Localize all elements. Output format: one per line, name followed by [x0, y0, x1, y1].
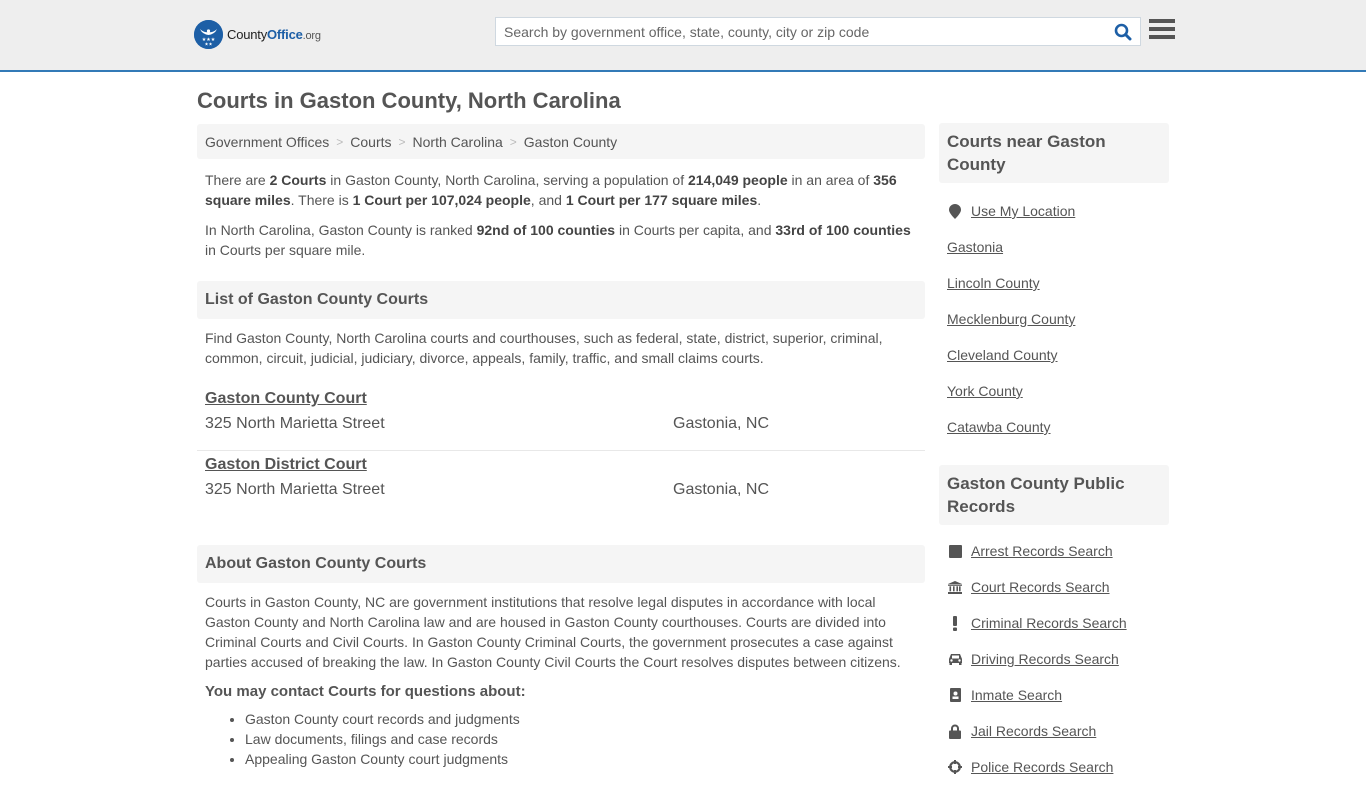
menu-bar-icon: [1149, 19, 1175, 23]
nearby-item: Mecklenburg County: [947, 301, 1161, 337]
records-item: Inmate Search: [947, 677, 1161, 713]
about-courts-heading: About Gaston County Courts: [197, 545, 925, 583]
search-bar: [495, 17, 1141, 46]
public-records-heading: Gaston County Public Records: [939, 465, 1169, 525]
hamburger-menu-button[interactable]: [1149, 19, 1175, 41]
court-list-item: Gaston County Court 325 North Marietta S…: [197, 385, 925, 450]
nearby-link-cleveland-county[interactable]: Cleveland County: [947, 347, 1058, 363]
search-icon: [1114, 23, 1132, 40]
contact-topic-item: Law documents, filings and case records: [245, 729, 925, 749]
use-my-location-link[interactable]: Use My Location: [971, 203, 1075, 219]
breadcrumb-separator: >: [509, 134, 517, 149]
logo-wordmark: CountyOffice.org: [227, 27, 321, 42]
contact-topic-item: Appealing Gaston County court judgments: [245, 749, 925, 769]
id-badge-icon: [947, 687, 963, 703]
courts-list-heading: List of Gaston County Courts: [197, 281, 925, 319]
nearby-link-mecklenburg-county[interactable]: Mecklenburg County: [947, 311, 1075, 327]
nearby-link-york-county[interactable]: York County: [947, 383, 1023, 399]
courthouse-icon: [947, 579, 963, 595]
courts-near-heading: Courts near Gaston County: [939, 123, 1169, 183]
public-records-list: Arrest Records Search Court Records Sear…: [939, 533, 1169, 785]
nearby-item: Catawba County: [947, 409, 1161, 445]
breadcrumb: Government Offices > Courts > North Caro…: [197, 124, 925, 159]
courts-list-description: Find Gaston County, North Carolina court…: [205, 330, 883, 366]
inmate-search-link[interactable]: Inmate Search: [971, 687, 1062, 703]
jail-records-link[interactable]: Jail Records Search: [971, 723, 1096, 739]
breadcrumb-separator: >: [336, 134, 344, 149]
site-header: ★★★ ★★ CountyOffice.org: [0, 0, 1366, 72]
records-item: Jail Records Search: [947, 713, 1161, 749]
court-name-link[interactable]: Gaston County Court: [205, 390, 367, 408]
criminal-records-link[interactable]: Criminal Records Search: [971, 615, 1127, 631]
svg-text:★★: ★★: [204, 42, 213, 47]
logo-eagle-icon: ★★★ ★★: [194, 20, 223, 49]
records-item: Court Records Search: [947, 569, 1161, 605]
intro-ranking: In North Carolina, Gaston County is rank…: [205, 222, 911, 258]
breadcrumb-government-offices[interactable]: Government Offices: [205, 134, 329, 150]
breadcrumb-gaston-county[interactable]: Gaston County: [524, 134, 617, 150]
police-records-link[interactable]: Police Records Search: [971, 759, 1113, 775]
contact-topic-item: Gaston County court records and judgment…: [245, 709, 925, 729]
menu-bar-icon: [1149, 27, 1175, 31]
exclamation-icon: [947, 615, 963, 631]
nearby-item: Cleveland County: [947, 337, 1161, 373]
court-city: Gastonia, NC: [673, 481, 770, 498]
court-records-link[interactable]: Court Records Search: [971, 579, 1110, 595]
records-item: Arrest Records Search: [947, 533, 1161, 569]
courts-list: Gaston County Court 325 North Marietta S…: [197, 385, 925, 515]
contact-questions-heading: You may contact Courts for questions abo…: [205, 683, 526, 700]
breadcrumb-courts[interactable]: Courts: [350, 134, 391, 150]
sidebar: Courts near Gaston County Use My Locatio…: [939, 123, 1169, 785]
records-item: Criminal Records Search: [947, 605, 1161, 641]
intro-summary: There are 2 Courts in Gaston County, Nor…: [205, 172, 897, 208]
logo-org: .org: [302, 30, 321, 42]
breadcrumb-separator: >: [398, 134, 406, 149]
use-my-location-item: Use My Location: [947, 193, 1161, 229]
contact-topics-list: Gaston County court records and judgment…: [197, 709, 925, 769]
logo-office: Office: [267, 27, 303, 42]
court-city: Gastonia, NC: [673, 415, 770, 432]
records-item: Police Records Search: [947, 749, 1161, 785]
car-icon: [947, 651, 963, 667]
map-marker-icon: [947, 203, 963, 219]
nearby-item: Gastonia: [947, 229, 1161, 265]
nearby-link-gastonia[interactable]: Gastonia: [947, 239, 1003, 255]
nearby-courts-list: Use My Location Gastonia Lincoln County …: [939, 193, 1169, 445]
lock-icon: [947, 723, 963, 739]
arrest-records-link[interactable]: Arrest Records Search: [971, 543, 1113, 559]
court-list-item: Gaston District Court 325 North Marietta…: [197, 450, 925, 515]
logo-county: County: [227, 27, 267, 42]
page-title: Courts in Gaston County, North Carolina: [197, 88, 621, 113]
court-address: 325 North Marietta Street: [205, 415, 385, 432]
nearby-item: Lincoln County: [947, 265, 1161, 301]
nearby-link-lincoln-county[interactable]: Lincoln County: [947, 275, 1040, 291]
driving-records-link[interactable]: Driving Records Search: [971, 651, 1119, 667]
main-content: Government Offices > Courts > North Caro…: [197, 124, 925, 769]
crosshairs-icon: [947, 759, 963, 775]
search-button[interactable]: [1106, 18, 1140, 45]
records-item: Driving Records Search: [947, 641, 1161, 677]
nearby-link-catawba-county[interactable]: Catawba County: [947, 419, 1051, 435]
square-icon: [947, 543, 963, 559]
menu-bar-icon: [1149, 35, 1175, 39]
breadcrumb-north-carolina[interactable]: North Carolina: [413, 134, 503, 150]
search-input[interactable]: [496, 18, 1106, 45]
court-address: 325 North Marietta Street: [205, 481, 385, 498]
nearby-item: York County: [947, 373, 1161, 409]
about-courts-text: Courts in Gaston County, NC are governme…: [205, 594, 901, 670]
site-logo[interactable]: ★★★ ★★ CountyOffice.org: [194, 20, 321, 49]
court-name-link[interactable]: Gaston District Court: [205, 456, 367, 474]
